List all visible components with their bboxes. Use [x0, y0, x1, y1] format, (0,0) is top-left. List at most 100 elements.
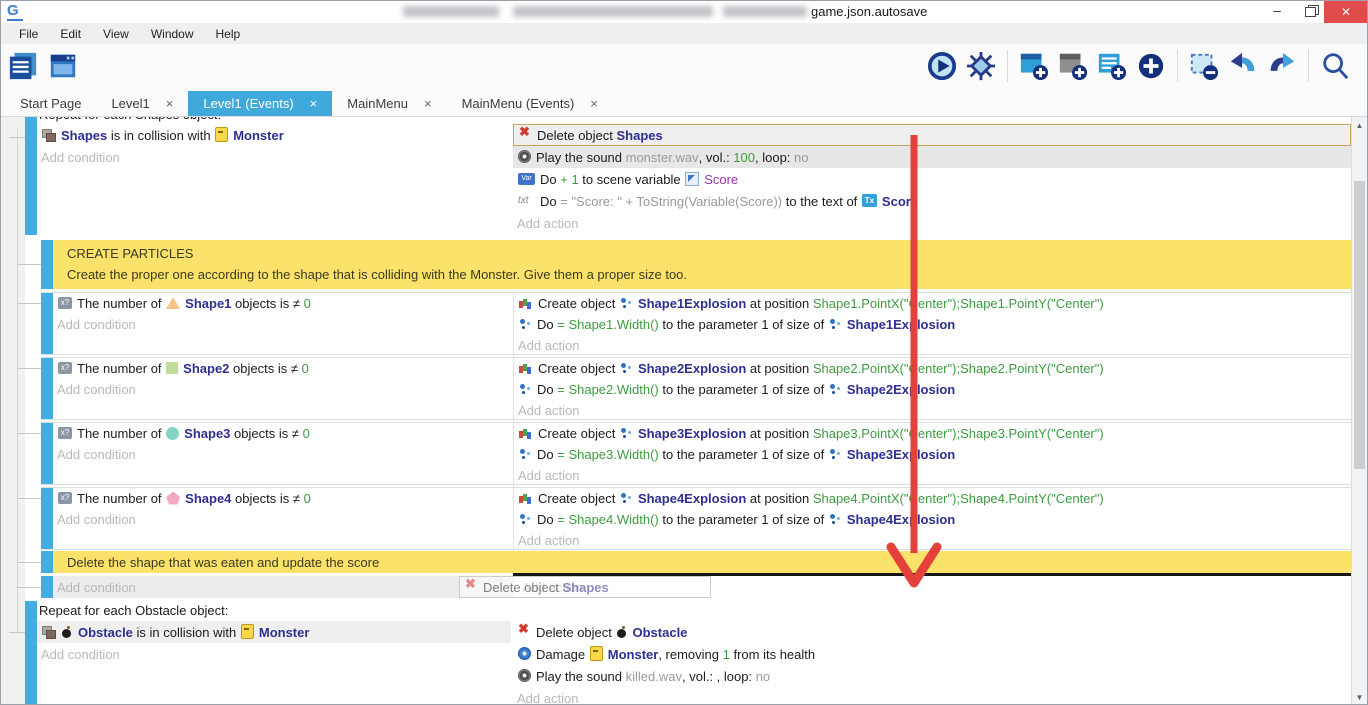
condition-row[interactable]: The number of Shape4 objects is ≠ 0 [53, 488, 513, 509]
tab-close-icon[interactable]: × [590, 96, 598, 111]
text-segment: Damage [536, 647, 589, 662]
condition-row[interactable]: The number of Shape2 objects is ≠ 0 [53, 358, 513, 379]
redo-button[interactable] [1266, 50, 1298, 82]
tab-mainmenu-events[interactable]: MainMenu (Events)× [447, 91, 613, 116]
action-row[interactable]: Do = Shape4.Width() to the parameter 1 o… [514, 509, 1350, 530]
scrollbar-thumb[interactable] [1354, 181, 1365, 469]
sub-event-bar[interactable] [41, 488, 53, 549]
tab-level1-events[interactable]: Level1 (Events)× [188, 91, 332, 116]
add-action-link[interactable]: Add action [514, 335, 1350, 356]
action-row[interactable]: Create object Shape1Explosion at positio… [514, 293, 1350, 314]
tab-level1[interactable]: Level1× [96, 91, 188, 116]
scroll-up-icon[interactable]: ▲ [1352, 121, 1367, 130]
text-segment: Shape2Explosion [638, 361, 746, 376]
add-condition-link[interactable]: Add condition [53, 314, 513, 335]
scene-editor-button[interactable] [47, 50, 79, 82]
action-row[interactable]: Do = "Score: " + ToString(Variable(Score… [513, 190, 1351, 212]
add-condition-link[interactable]: Add condition [53, 509, 513, 530]
sub-event-bar[interactable] [41, 293, 53, 354]
add-action-link[interactable]: Add action [513, 687, 1351, 705]
undo-button[interactable] [1227, 50, 1259, 82]
event2-repeat-header[interactable]: Repeat for each Obstacle object: [39, 603, 228, 618]
event1-repeat-header[interactable]: Repeat for each Shapes object: [39, 116, 221, 122]
sub-event-bar[interactable] [41, 576, 53, 598]
text-segment: killed.wav [626, 669, 682, 684]
menu-edit[interactable]: Edit [50, 25, 91, 43]
tree-connector-line [17, 368, 41, 369]
project-manager-button[interactable] [7, 50, 39, 82]
event2-bar[interactable] [25, 601, 37, 705]
tab-mainmenu[interactable]: MainMenu × [332, 91, 446, 116]
run-button[interactable] [926, 50, 958, 82]
condition-row[interactable]: Obstacle is in collision with Monster [37, 621, 511, 643]
sub-event-bar[interactable] [41, 358, 53, 419]
comment-block-create-particles[interactable]: CREATE PARTICLES Create the proper one a… [41, 240, 1351, 289]
scroll-down-icon[interactable]: ▼ [1352, 693, 1367, 702]
add-condition-link[interactable]: Add condition [53, 379, 513, 400]
action-row[interactable]: Do = Shape1.Width() to the parameter 1 o… [514, 314, 1350, 335]
damage-icon [518, 647, 531, 660]
particles-icon [620, 362, 633, 374]
add-action-link[interactable]: Add action [514, 530, 1350, 551]
delete-event-button[interactable] [1188, 50, 1220, 82]
action-row[interactable]: Create object Shape3Explosion at positio… [514, 423, 1350, 444]
add-comment-button[interactable] [1096, 50, 1128, 82]
condition-row[interactable]: Shapes is in collision with Monster [37, 124, 511, 146]
add-action-link[interactable]: Add action [514, 400, 1350, 421]
action-row[interactable]: Delete object Obstacle [513, 621, 1351, 643]
action-row[interactable]: Play the sound killed.wav, vol.: , loop:… [513, 665, 1351, 687]
add-condition-link[interactable]: Add condition [53, 576, 513, 598]
text-segment: Play the sound [536, 669, 626, 684]
add-sub-event-button[interactable] [1057, 50, 1089, 82]
close-button[interactable]: ✕ [1324, 1, 1368, 23]
event-gutter [1, 117, 25, 705]
text-segment: Shape1.PointX("Center");Shape1.PointY("C… [813, 296, 1104, 311]
tab-close-icon[interactable]: × [310, 96, 318, 111]
action-row[interactable]: Create object Shape2Explosion at positio… [514, 358, 1350, 379]
menu-file[interactable]: File [9, 25, 48, 43]
minimize-button[interactable]: – [1263, 1, 1291, 23]
add-condition-link[interactable]: Add condition [37, 146, 511, 168]
vertical-scrollbar[interactable]: ▲ ▼ [1351, 117, 1367, 705]
menu-window[interactable]: Window [141, 25, 204, 43]
add-condition-link[interactable]: Add condition [53, 444, 513, 465]
action-row[interactable]: Damage Monster, removing 1 from its heal… [513, 643, 1351, 665]
text-segment: Do [540, 172, 560, 187]
debug-button[interactable] [965, 50, 997, 82]
condition-row[interactable]: The number of Shape1 objects is ≠ 0 [53, 293, 513, 314]
add-action-link[interactable]: Add action [513, 212, 1351, 234]
text-segment: Shape3.PointX("Center");Shape3.PointY("C… [813, 426, 1104, 441]
add-event-button[interactable] [1018, 50, 1050, 82]
tab-label: MainMenu [347, 96, 408, 111]
action-row[interactable]: Do = Shape2.Width() to the parameter 1 o… [514, 379, 1350, 400]
action-row[interactable]: Do = Shape3.Width() to the parameter 1 o… [514, 444, 1350, 465]
condition-row[interactable]: The number of Shape3 objects is ≠ 0 [53, 423, 513, 444]
action-row-selected[interactable]: Delete object Shapes [513, 124, 1351, 146]
tree-connector-line [9, 632, 25, 633]
particles-icon [829, 448, 842, 460]
search-button[interactable] [1319, 50, 1351, 82]
shape3-icon [166, 427, 179, 440]
event1-bar[interactable] [25, 117, 37, 235]
tab-close-icon[interactable]: × [424, 96, 432, 111]
add-action-link[interactable]: Add action [514, 465, 1350, 486]
particles-icon [620, 297, 633, 309]
action-row[interactable]: Do + 1 to scene variable Score [513, 168, 1351, 190]
text-segment: = Shape1.Width() [557, 317, 659, 332]
add-circle-icon [1136, 51, 1166, 81]
restore-button[interactable] [1295, 1, 1323, 23]
tree-connector-line [17, 433, 41, 434]
menu-help[interactable]: Help [206, 25, 251, 43]
tab-close-icon[interactable]: × [166, 96, 174, 111]
comment-block-delete-shape[interactable]: Delete the shape that was eaten and upda… [41, 551, 1351, 573]
add-other-event-button[interactable] [1135, 50, 1167, 82]
text-segment: 0 [303, 426, 310, 441]
action-row[interactable]: Create object Shape4Explosion at positio… [514, 488, 1350, 509]
action-row[interactable]: Play the sound monster.wav, vol.: 100, l… [513, 146, 1351, 168]
tab-start-page[interactable]: Start Page [5, 91, 96, 116]
sub-event-bar[interactable] [41, 423, 53, 484]
menu-view[interactable]: View [93, 25, 139, 43]
text-segment: 0 [302, 361, 309, 376]
add-condition-link[interactable]: Add condition [37, 643, 511, 665]
tree-connector-line [17, 587, 41, 588]
